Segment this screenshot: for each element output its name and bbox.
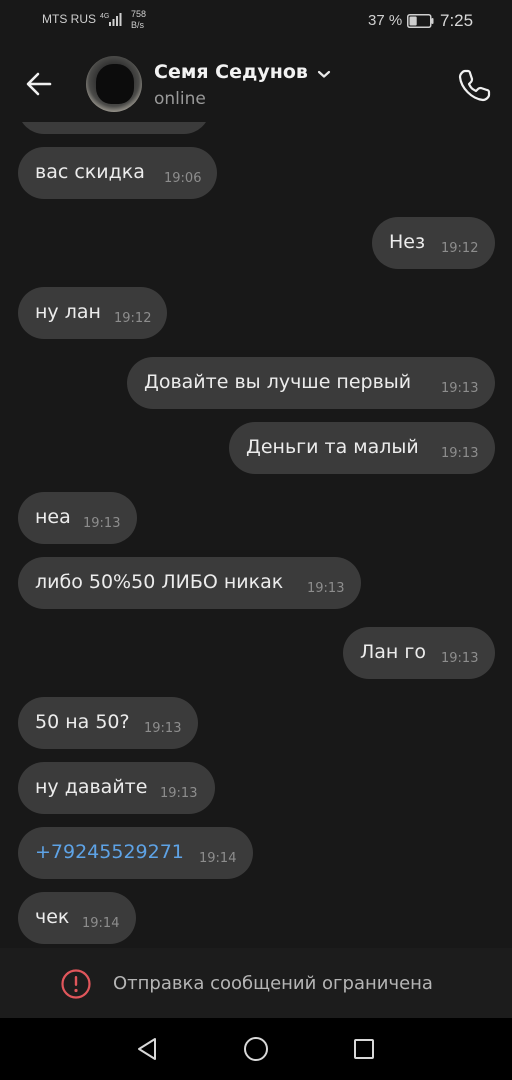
message-list[interactable]: вас скидка 19:06 Нез 19:12 ну лан 19:12 … bbox=[0, 0, 512, 948]
avatar[interactable] bbox=[86, 56, 142, 112]
arrow-left-icon[interactable] bbox=[20, 64, 60, 104]
message-bubble-outgoing[interactable]: Деньги та малый 19:13 bbox=[229, 422, 495, 474]
speed-unit: B/s bbox=[131, 20, 145, 30]
navigation-bar bbox=[0, 1018, 512, 1080]
message-bubble-outgoing[interactable]: Лан го 19:13 bbox=[343, 627, 495, 679]
message-text: Лан го bbox=[360, 641, 426, 663]
message-text: Деньги та малый bbox=[246, 436, 419, 458]
speed-value: 758 bbox=[131, 9, 147, 19]
message-time: 19:06 bbox=[164, 171, 202, 186]
warning-icon bbox=[61, 969, 91, 999]
message-time: 19:12 bbox=[441, 241, 479, 256]
message-time: 19:13 bbox=[160, 786, 198, 801]
message-bubble-incoming[interactable]: 50 на 50? 19:13 bbox=[18, 697, 198, 749]
chat-header: Семя Седунов online bbox=[0, 44, 512, 122]
message-time: 19:13 bbox=[144, 721, 182, 736]
message-time: 19:14 bbox=[82, 916, 120, 931]
message-bubble-incoming[interactable]: вас скидка 19:06 bbox=[18, 147, 217, 199]
message-text: Нез bbox=[389, 231, 426, 253]
message-time: 19:13 bbox=[441, 446, 479, 461]
message-time: 19:13 bbox=[307, 581, 345, 596]
message-text: Довайте вы лучше первый bbox=[144, 371, 412, 393]
triangle-back-icon[interactable] bbox=[135, 1036, 159, 1062]
message-time: 19:13 bbox=[83, 516, 121, 531]
contact-name[interactable]: Семя Седунов bbox=[154, 61, 308, 83]
square-recents-icon[interactable] bbox=[352, 1037, 376, 1061]
message-text: вас скидка bbox=[35, 161, 145, 183]
phone-number-link[interactable]: +79245529271 bbox=[35, 841, 184, 863]
message-text: чек bbox=[35, 906, 70, 928]
message-time: 19:12 bbox=[114, 311, 152, 326]
message-bubble-incoming[interactable]: неа 19:13 bbox=[18, 492, 137, 544]
status-bar: MTS RUS 4G 758 B/s 37 % 7:25 bbox=[0, 0, 512, 44]
chat-screen: вас скидка 19:06 Нез 19:12 ну лан 19:12 … bbox=[0, 0, 512, 1080]
message-bubble-incoming[interactable]: либо 50%50 ЛИБО никак 19:13 bbox=[18, 557, 361, 609]
avatar-photo bbox=[96, 64, 134, 104]
message-text: либо 50%50 ЛИБО никак bbox=[35, 571, 284, 593]
clock: 7:25 bbox=[440, 11, 474, 30]
restriction-banner: Отправка сообщений ограничена bbox=[0, 948, 512, 1018]
contact-status: online bbox=[154, 89, 206, 109]
message-time: 19:14 bbox=[199, 851, 237, 866]
message-text: ну давайте bbox=[35, 776, 148, 798]
battery-icon bbox=[407, 14, 434, 28]
signal-icon bbox=[109, 13, 122, 26]
carrier-label: MTS RUS bbox=[42, 12, 96, 26]
chevron-down-icon[interactable] bbox=[316, 67, 332, 81]
phone-icon[interactable] bbox=[454, 64, 496, 106]
message-bubble-incoming[interactable]: ну давайте 19:13 bbox=[18, 762, 215, 814]
message-text: 50 на 50? bbox=[35, 711, 130, 733]
battery-percent: 37 % bbox=[368, 12, 403, 29]
message-time: 19:13 bbox=[441, 651, 479, 666]
circle-home-icon[interactable] bbox=[243, 1036, 269, 1062]
message-bubble-outgoing[interactable]: Довайте вы лучше первый 19:13 bbox=[127, 357, 495, 409]
message-text: ну лан bbox=[35, 301, 101, 323]
message-time: 19:13 bbox=[441, 381, 479, 396]
restriction-text: Отправка сообщений ограничена bbox=[113, 973, 433, 994]
message-bubble-incoming[interactable]: ну лан 19:12 bbox=[18, 287, 167, 339]
message-bubble-incoming[interactable]: +79245529271 19:14 bbox=[18, 827, 253, 879]
network-speed: 758 B/s bbox=[131, 9, 146, 31]
message-bubble-incoming[interactable]: чек 19:14 bbox=[18, 892, 136, 944]
message-bubble-outgoing[interactable]: Нез 19:12 bbox=[372, 217, 495, 269]
message-text: неа bbox=[35, 506, 71, 528]
